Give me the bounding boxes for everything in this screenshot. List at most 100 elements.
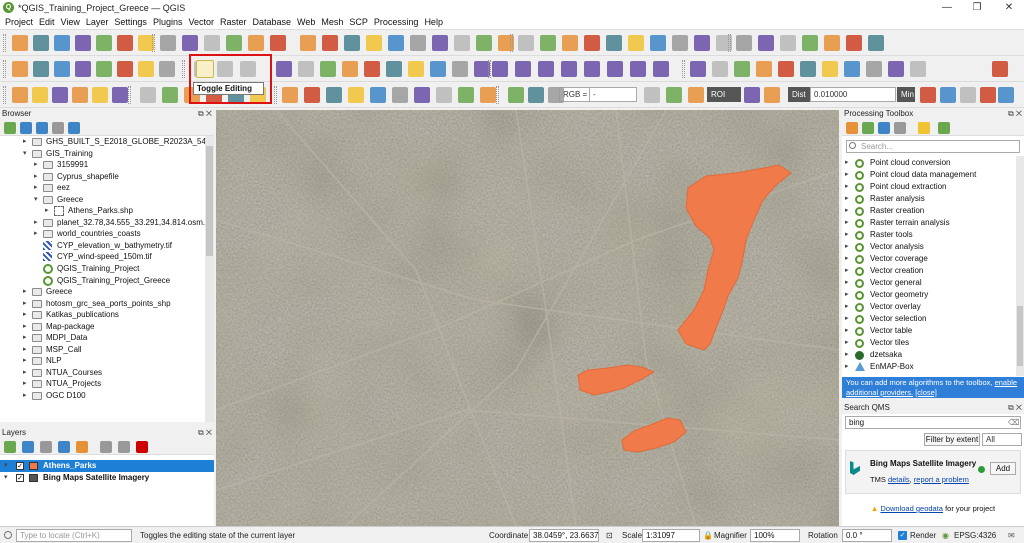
toolbar-grip[interactable] bbox=[496, 86, 499, 104]
data-source-tool-icon[interactable] bbox=[12, 87, 28, 103]
filter-by-extent-button[interactable]: Filter by extent bbox=[924, 433, 980, 446]
layers-tool-icon[interactable] bbox=[75, 61, 91, 77]
layers-tool-icon[interactable] bbox=[54, 61, 70, 77]
browser-item[interactable]: ▸ Map-package bbox=[0, 321, 214, 333]
shape-digitizing-tool-icon[interactable] bbox=[414, 87, 430, 103]
qms-search-input[interactable]: bing bbox=[845, 416, 1021, 429]
browser-item[interactable]: ▸ hotosm_grc_sea_ports_points_shp bbox=[0, 298, 214, 310]
magnifier-input[interactable]: 100% bbox=[750, 529, 800, 542]
tree-arrow-icon[interactable]: ▸ bbox=[845, 241, 849, 253]
layers-tool-icon[interactable] bbox=[138, 61, 154, 77]
browser-item[interactable]: CYP_wind-speed_150m.tif bbox=[0, 251, 214, 263]
map-nav-tool-icon[interactable] bbox=[454, 35, 470, 51]
plugins-tool-icon[interactable] bbox=[866, 61, 882, 77]
labels-tool-icon[interactable] bbox=[653, 61, 669, 77]
scp-tools-tool-icon[interactable] bbox=[688, 87, 704, 103]
labels-tool-icon[interactable] bbox=[515, 61, 531, 77]
scp-tool-icon[interactable] bbox=[508, 87, 524, 103]
browser-item[interactable]: ▸ world_countries_coasts bbox=[0, 228, 214, 240]
tree-arrow-icon[interactable]: ▸ bbox=[845, 193, 849, 205]
toolbar-grip[interactable] bbox=[488, 60, 491, 78]
attributes-tool-icon[interactable] bbox=[650, 35, 666, 51]
scp-run-tool-icon[interactable] bbox=[960, 87, 976, 103]
menu-plugins[interactable]: Plugins bbox=[150, 15, 186, 30]
tree-arrow-icon[interactable]: ▸ bbox=[845, 253, 849, 265]
processing-scrollbar[interactable] bbox=[1016, 156, 1024, 376]
layers-tool-icon[interactable] bbox=[117, 61, 133, 77]
menu-processing[interactable]: Processing bbox=[371, 15, 422, 30]
browser-item[interactable]: ▸ NTUA_Courses bbox=[0, 367, 214, 379]
project-tool-icon[interactable] bbox=[54, 35, 70, 51]
edit-features-in-place-icon[interactable] bbox=[894, 122, 906, 134]
edit-tool-icon[interactable] bbox=[364, 61, 380, 77]
processing-toolbox-close-icon[interactable]: ⧉ ✕ bbox=[1008, 108, 1022, 120]
processing-provider-item[interactable]: ▸ Point cloud extraction bbox=[842, 181, 1018, 193]
browser-item[interactable]: ▸ MDPI_Data bbox=[0, 332, 214, 344]
browser-item[interactable]: ▸ Cyprus_shapefile bbox=[0, 171, 214, 183]
tree-arrow-icon[interactable]: ▸ bbox=[23, 332, 30, 344]
tree-arrow-icon[interactable]: ▸ bbox=[23, 286, 30, 298]
tree-arrow-icon[interactable]: ▸ bbox=[845, 157, 849, 169]
close-button[interactable]: ✕ bbox=[994, 0, 1024, 15]
browser-scroll-thumb[interactable] bbox=[206, 146, 213, 256]
processing-provider-item[interactable]: ▸ Vector selection bbox=[842, 313, 1018, 325]
enable-properties-icon[interactable] bbox=[68, 122, 80, 134]
map-canvas-svg[interactable] bbox=[216, 110, 839, 526]
toolbar-grip[interactable] bbox=[152, 34, 155, 52]
processing-provider-item[interactable]: ▸ Vector creation bbox=[842, 265, 1018, 277]
maximize-button[interactable]: ❐ bbox=[962, 0, 992, 15]
browser-item[interactable]: CYP_elevation_w_bathymetry.tif bbox=[0, 240, 214, 252]
edit-tool-icon[interactable] bbox=[386, 61, 402, 77]
plugins-tool-icon[interactable] bbox=[756, 61, 772, 77]
processing-provider-item[interactable]: ▸ Vector coverage bbox=[842, 253, 1018, 265]
browser-item[interactable]: ▸ NLP bbox=[0, 355, 214, 367]
close-info-link[interactable]: [close] bbox=[915, 388, 937, 397]
layers-tool-icon[interactable] bbox=[33, 61, 49, 77]
tree-arrow-icon[interactable]: ▸ bbox=[23, 321, 30, 333]
processing-provider-item[interactable]: ▸ Raster terrain analysis bbox=[842, 217, 1018, 229]
menu-raster[interactable]: Raster bbox=[217, 15, 250, 30]
processing-provider-item[interactable]: ▸ Raster analysis bbox=[842, 193, 1018, 205]
edit-tool-icon[interactable] bbox=[408, 61, 424, 77]
download-geodata-link[interactable]: Download geodata bbox=[880, 504, 943, 513]
scp-run-tool-icon[interactable] bbox=[980, 87, 996, 103]
edit-tool-icon[interactable] bbox=[430, 61, 446, 77]
tree-arrow-icon[interactable]: ▸ bbox=[845, 265, 849, 277]
collapse-all-icon[interactable] bbox=[52, 122, 64, 134]
map-canvas[interactable] bbox=[216, 110, 839, 526]
tree-arrow-icon[interactable]: ▸ bbox=[34, 217, 41, 229]
tree-arrow-icon[interactable]: ▸ bbox=[845, 229, 849, 241]
scp-roi-tool-icon[interactable] bbox=[764, 87, 780, 103]
map-nav-tool-icon[interactable] bbox=[388, 35, 404, 51]
lock-scale-icon[interactable]: 🔒 bbox=[703, 527, 713, 543]
tree-arrow-icon[interactable]: ▸ bbox=[23, 355, 30, 367]
help-tool-icon[interactable] bbox=[992, 61, 1008, 77]
plugins-tool-icon[interactable] bbox=[690, 61, 706, 77]
selection-tool-icon[interactable] bbox=[758, 35, 774, 51]
tree-arrow-icon[interactable]: ▸ bbox=[45, 205, 52, 217]
processing-provider-item[interactable]: ▸ Vector geometry bbox=[842, 289, 1018, 301]
project-tool-icon[interactable] bbox=[33, 35, 49, 51]
processing-provider-item[interactable]: ▸ Vector tiles bbox=[842, 337, 1018, 349]
plugins-tool-icon[interactable] bbox=[910, 61, 926, 77]
menu-layer[interactable]: Layer bbox=[83, 15, 112, 30]
map-nav-tool-icon[interactable] bbox=[322, 35, 338, 51]
clear-search-icon[interactable]: ⌫ bbox=[1008, 418, 1019, 427]
results-viewer-icon[interactable] bbox=[878, 122, 890, 134]
layers-panel-close-icon[interactable]: ⧉ ✕ bbox=[198, 427, 212, 439]
menu-mesh[interactable]: Mesh bbox=[318, 15, 346, 30]
scale-combo[interactable]: 1:31097 bbox=[642, 529, 700, 542]
layers-tool-icon[interactable] bbox=[12, 61, 28, 77]
scp-tool-icon[interactable] bbox=[548, 87, 564, 103]
tree-arrow-icon[interactable]: ▸ bbox=[34, 159, 41, 171]
toolbar-grip[interactable] bbox=[3, 86, 6, 104]
scp-run-tool-icon[interactable] bbox=[940, 87, 956, 103]
shape-digitizing-tool-icon[interactable] bbox=[304, 87, 320, 103]
tree-arrow-icon[interactable]: ▸ bbox=[23, 344, 30, 356]
navigation-tool-icon[interactable] bbox=[248, 35, 264, 51]
data-source-tool-icon[interactable] bbox=[72, 87, 88, 103]
tree-arrow-icon[interactable]: ▸ bbox=[845, 301, 849, 313]
toolbar-grip[interactable] bbox=[682, 60, 685, 78]
labels-tool-icon[interactable] bbox=[584, 61, 600, 77]
menu-view[interactable]: View bbox=[58, 15, 83, 30]
